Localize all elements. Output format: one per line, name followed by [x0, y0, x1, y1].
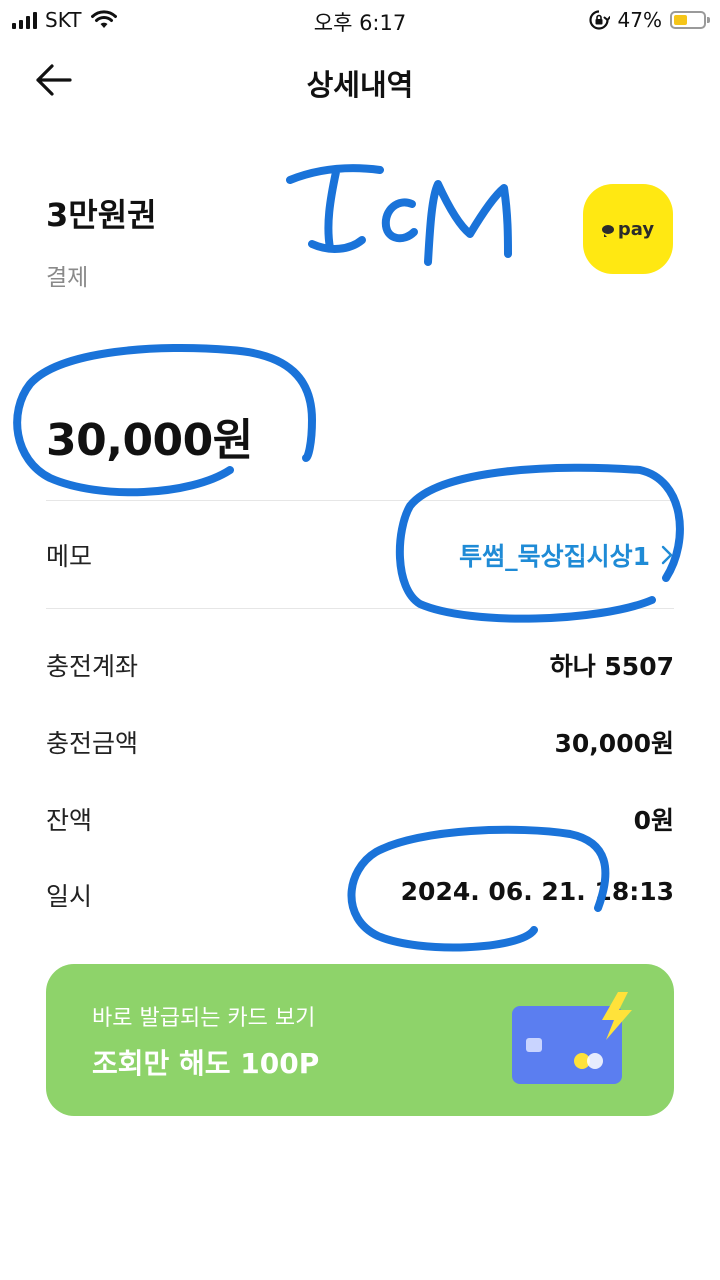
- detail-row-charge-amount: 충전금액 30,000원: [46, 724, 674, 764]
- memo-link[interactable]: 투썸_묵상집시상1: [459, 537, 674, 573]
- page-title: 상세내역: [306, 68, 414, 102]
- nav-bar: 상세내역: [0, 48, 720, 112]
- divider: [46, 608, 674, 609]
- detail-label: 잔액: [46, 806, 93, 835]
- detail-row-account: 충전계좌 하나 5507: [46, 647, 674, 687]
- detail-value: 30,000원: [554, 729, 674, 758]
- rotation-lock-icon: [588, 10, 610, 30]
- kakaopay-logo: pay: [583, 184, 673, 274]
- memo-value: 투썸_묵상집시상1: [459, 542, 650, 571]
- battery-fill: [674, 15, 687, 25]
- detail-row-balance: 잔액 0원: [46, 801, 674, 841]
- detail-value: 하나 5507: [549, 652, 674, 681]
- detail-row-datetime: 일시 2024. 06. 21. 18:13: [46, 877, 674, 917]
- battery-icon: [670, 11, 710, 29]
- product-title: 3만원권: [46, 196, 157, 234]
- pay-logo-text: pay: [617, 218, 655, 240]
- battery-percent: 47%: [617, 8, 662, 32]
- memo-row[interactable]: 메모 투썸_묵상집시상1: [46, 537, 674, 577]
- status-bar: SKT 오후 6:17 47%: [0, 0, 720, 40]
- chevron-right-icon: [661, 545, 673, 565]
- card-illustration-icon: [512, 992, 632, 1084]
- memo-label: 메모: [46, 542, 93, 571]
- detail-value: 2024. 06. 21. 18:13: [400, 877, 674, 906]
- transaction-type: 결제: [46, 265, 89, 291]
- detail-label: 충전금액: [46, 729, 139, 758]
- payment-amount: 30,000원: [46, 415, 253, 466]
- divider: [46, 500, 674, 501]
- detail-value: 0원: [633, 806, 674, 835]
- status-right: 47%: [588, 7, 710, 33]
- banner-title: 조회만 해도 100P: [92, 1047, 320, 1080]
- detail-label: 일시: [46, 882, 93, 911]
- banner-subtitle: 바로 발급되는 카드 보기: [92, 1006, 316, 1031]
- detail-label: 충전계좌: [46, 652, 139, 681]
- speech-bubble-icon: [601, 224, 614, 237]
- promo-banner[interactable]: 바로 발급되는 카드 보기 조회만 해도 100P: [46, 964, 674, 1116]
